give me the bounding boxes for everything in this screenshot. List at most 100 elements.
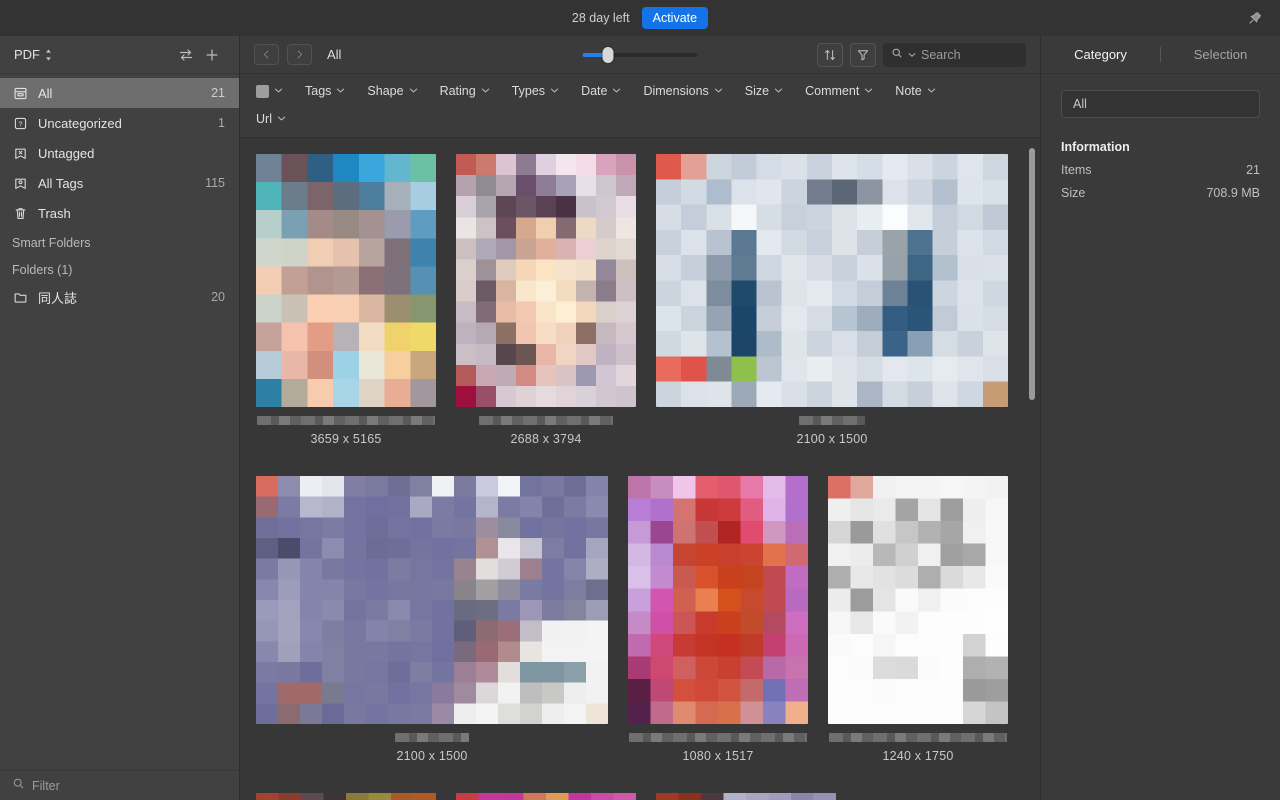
filter-chip-label: Size xyxy=(744,84,770,98)
redacted-filename xyxy=(799,416,865,425)
filter-chip-dimensions[interactable]: Dimensions xyxy=(643,82,722,100)
add-folder-icon[interactable] xyxy=(199,42,225,68)
sort-button[interactable] xyxy=(817,42,843,67)
sidebar-item-count: 115 xyxy=(205,176,225,190)
tab-category[interactable]: Category xyxy=(1041,47,1160,62)
chevron-down-icon xyxy=(612,82,621,100)
content-toolbar: All Search xyxy=(240,36,1040,74)
sidebar-item-trash[interactable]: Trash xyxy=(0,198,239,228)
trash-icon xyxy=(12,205,29,222)
grid-item[interactable]: 2100 x 1500 xyxy=(656,154,1008,446)
filter-chip-types[interactable]: Types xyxy=(512,82,559,100)
grid-item[interactable] xyxy=(256,793,436,800)
thumbnail-dimensions: 1240 x 1750 xyxy=(882,749,954,763)
folder-icon xyxy=(12,289,29,306)
archive-box-icon xyxy=(12,85,29,102)
filter-chip-size[interactable]: Size xyxy=(745,82,783,100)
sidebar-item-all[interactable]: All 21 xyxy=(0,78,239,108)
filter-button[interactable] xyxy=(850,42,876,67)
thumbnail-dimensions: 2100 x 1500 xyxy=(396,749,468,763)
back-button[interactable] xyxy=(254,44,279,65)
filter-chip-label: Comment xyxy=(805,84,860,98)
chevron-down-icon xyxy=(481,82,490,100)
sidebar-item-all-tags[interactable]: All Tags 115 xyxy=(0,168,239,198)
grid-item[interactable]: 2688 x 3794 xyxy=(456,154,636,446)
folders-header[interactable]: Folders (1) xyxy=(0,255,239,282)
thumbnail-grid: 3659 x 5165 2688 x 3794 2100 x 1500 2100… xyxy=(240,138,1040,800)
grid-item[interactable] xyxy=(456,793,636,800)
sidebar-folder-label: 同人誌 xyxy=(38,290,78,306)
sidebar: PDF All 21 ? Uncategorized 1 Untagged Al… xyxy=(0,36,240,800)
grid-item[interactable]: 3659 x 5165 xyxy=(256,154,436,446)
sidebar-item-count: 1 xyxy=(218,116,225,130)
thumbnail-image xyxy=(456,154,636,407)
tab-selection[interactable]: Selection xyxy=(1161,47,1280,62)
sidebar-item-label: All Tags xyxy=(38,175,84,191)
search-icon xyxy=(12,777,25,795)
sidebar-item-uncategorized[interactable]: ? Uncategorized 1 xyxy=(0,108,239,138)
sidebar-item-label: All xyxy=(38,85,53,101)
chevron-down-icon xyxy=(714,82,723,100)
smart-folders-header[interactable]: Smart Folders xyxy=(0,228,239,255)
filter-chip-shape[interactable]: Shape xyxy=(367,82,417,100)
info-row-items: Items 21 xyxy=(1061,163,1260,177)
question-square-icon: ? xyxy=(12,115,29,132)
pushpin-icon[interactable] xyxy=(1244,7,1266,29)
sidebar-item-count: 21 xyxy=(211,86,225,100)
search-input[interactable]: Search xyxy=(883,42,1026,67)
sidebar-item-untagged[interactable]: Untagged xyxy=(0,138,239,168)
filter-chip-date[interactable]: Date xyxy=(581,82,621,100)
thumbnail-image xyxy=(256,793,436,800)
sidebar-header: PDF xyxy=(0,36,239,74)
category-select[interactable]: All xyxy=(1061,90,1260,118)
chevron-down-icon xyxy=(927,82,936,100)
chevron-down-icon xyxy=(336,82,345,100)
filter-chip-tags[interactable]: Tags xyxy=(305,82,345,100)
filter-chip-rating[interactable]: Rating xyxy=(440,82,490,100)
tag-x-icon xyxy=(12,145,29,162)
information-heading: Information xyxy=(1061,140,1130,154)
forward-button[interactable] xyxy=(287,44,312,65)
svg-text:?: ? xyxy=(19,121,23,128)
redacted-filename xyxy=(479,416,613,425)
slider-knob[interactable] xyxy=(602,46,614,63)
sidebar-item-list: All 21 ? Uncategorized 1 Untagged All Ta… xyxy=(0,74,239,228)
grid-item[interactable] xyxy=(656,793,836,800)
chevron-down-icon xyxy=(550,82,559,100)
chevron-down-icon xyxy=(409,82,418,100)
app-window: 28 day left Activate PDF All 21 ? Uncate… xyxy=(0,0,1280,800)
redacted-filename xyxy=(395,733,469,742)
grid-item[interactable]: 1080 x 1517 xyxy=(628,476,808,763)
thumbnail-dimensions: 2100 x 1500 xyxy=(796,432,868,446)
chevron-down-icon[interactable] xyxy=(908,46,916,64)
library-selector-label[interactable]: PDF xyxy=(14,47,40,62)
filter-chip-note[interactable]: Note xyxy=(895,82,935,100)
thumbnail-image xyxy=(628,476,808,724)
grid-item[interactable]: 1240 x 1750 xyxy=(828,476,1008,763)
thumbnail-dimensions: 2688 x 3794 xyxy=(510,432,582,446)
trial-banner: 28 day left Activate xyxy=(572,7,709,29)
filter-chip-color[interactable] xyxy=(256,82,283,100)
filter-chip-url[interactable]: Url xyxy=(256,110,1024,128)
inspector-panel: Category Selection All Information Items… xyxy=(1040,36,1280,800)
chevron-updown-icon[interactable] xyxy=(44,48,53,62)
thumbnail-grid-scroll[interactable]: 3659 x 5165 2688 x 3794 2100 x 1500 2100… xyxy=(240,138,1040,800)
grid-vertical-scrollbar[interactable] xyxy=(1029,148,1035,400)
thumbnail-image xyxy=(256,476,608,724)
sidebar-filter-bar[interactable]: Filter xyxy=(0,770,239,800)
transfer-arrows-icon[interactable] xyxy=(173,42,199,68)
grid-item[interactable]: 2100 x 1500 xyxy=(256,476,608,763)
redacted-filename xyxy=(257,416,435,425)
redacted-filename xyxy=(629,733,807,742)
inspector-tabs: Category Selection xyxy=(1041,36,1280,74)
thumbnail-size-slider[interactable] xyxy=(582,46,698,63)
main-body: PDF All 21 ? Uncategorized 1 Untagged Al… xyxy=(0,36,1280,800)
filter-chip-comment[interactable]: Comment xyxy=(805,82,873,100)
chevron-down-icon xyxy=(774,82,783,100)
filter-chip-label: Rating xyxy=(439,84,476,98)
sidebar-item-label: Uncategorized xyxy=(38,115,122,131)
sidebar-folder-doujinshi[interactable]: 同人誌 20 xyxy=(0,282,239,312)
activate-button[interactable]: Activate xyxy=(641,7,709,29)
title-bar: 28 day left Activate xyxy=(0,0,1280,36)
chevron-down-icon xyxy=(277,110,286,128)
